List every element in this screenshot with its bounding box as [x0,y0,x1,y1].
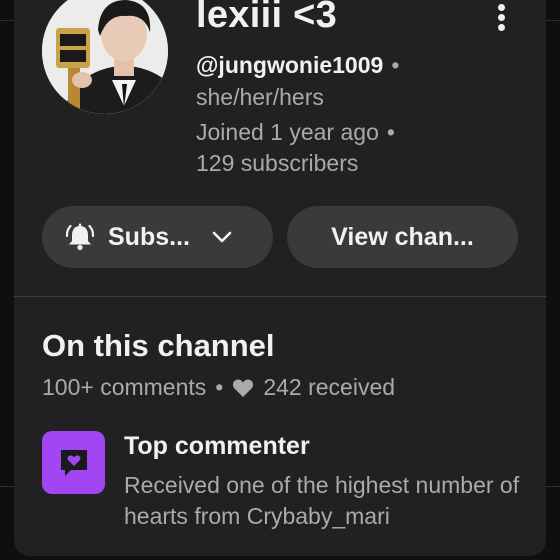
view-channel-button[interactable]: View chan... [287,206,518,268]
channel-handle[interactable]: @jungwonie1009 [196,52,383,78]
pronouns: she/her/hers [196,84,324,110]
section-divider [14,296,546,297]
more-vert-icon [498,4,505,11]
heart-icon [232,378,254,398]
hearts-received: 242 received [263,374,396,400]
joined-row: Joined 1 year ago • [196,119,395,146]
on-this-channel-title: On this channel [42,328,275,363]
handle-row: @jungwonie1009 • [196,52,399,79]
more-options-button[interactable] [486,0,518,36]
top-commenter-badge-icon [42,431,105,494]
chevron-down-icon [212,230,232,244]
channel-name: lexiii <3 [196,0,338,36]
comment-count: 100+ comments [42,374,207,400]
badge-description: Received one of the highest number of he… [124,472,520,529]
separator-dot: • [386,119,395,145]
badge-title: Top commenter [124,432,310,460]
channel-stats: 100+ comments • 242 received [42,374,395,401]
bell-icon [64,222,96,252]
separator-dot: • [215,374,224,400]
more-vert-icon-dot [498,24,505,31]
subscriber-count: 129 subscribers [196,150,359,176]
separator-dot: • [391,52,400,78]
subscribe-button[interactable]: Subs... [42,206,273,268]
view-channel-label: View chan... [331,222,474,251]
subscribe-label: Subs... [108,222,190,251]
heart-message-icon [60,449,87,476]
joined-date: Joined 1 year ago [196,119,379,145]
more-vert-icon-dot [498,14,505,21]
